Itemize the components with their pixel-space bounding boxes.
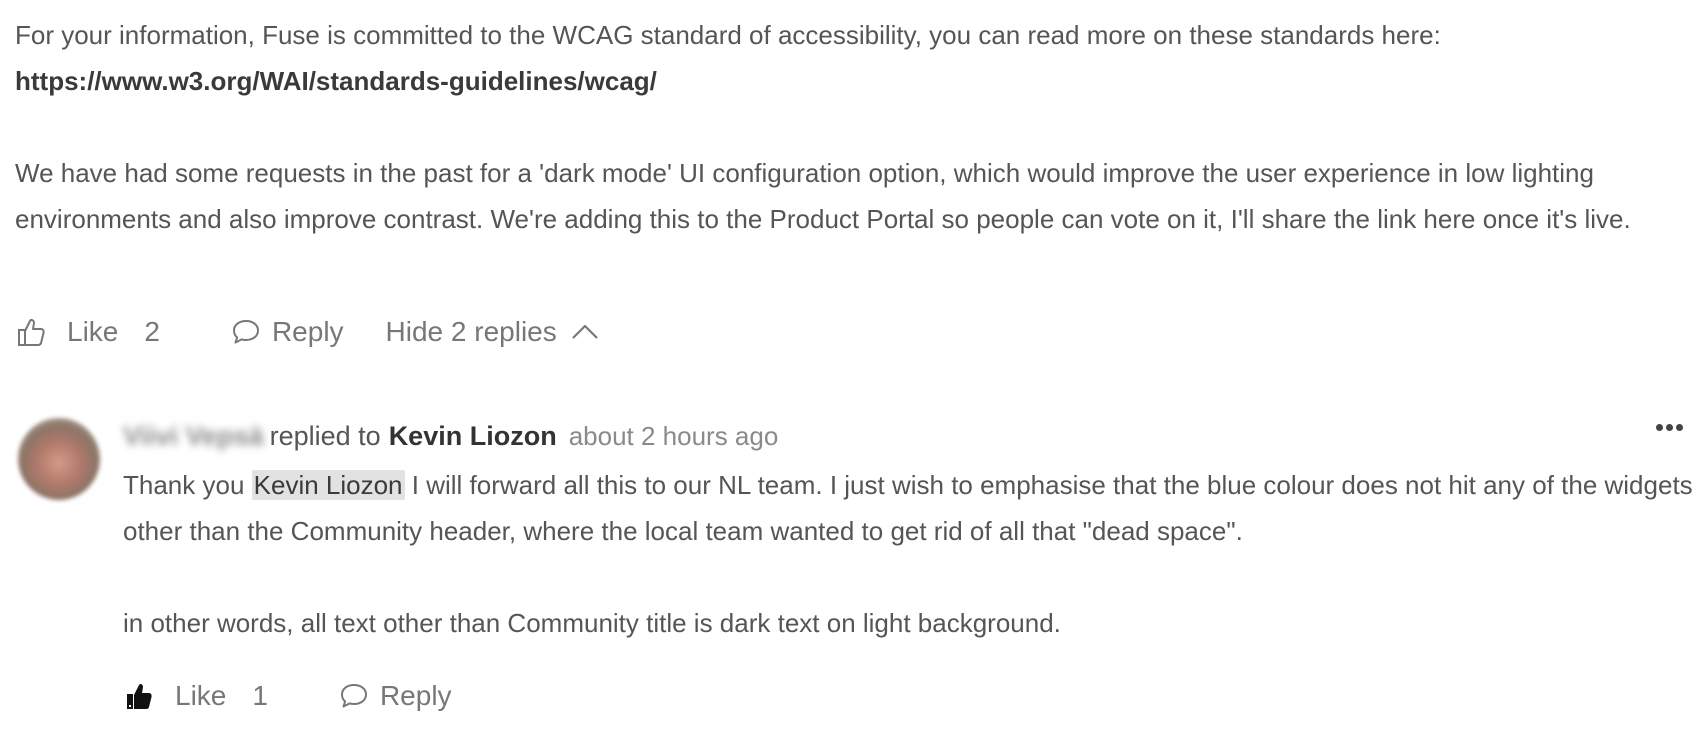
replied-to-user[interactable]: Kevin Liozon — [389, 416, 557, 456]
chevron-up-icon — [569, 316, 601, 348]
reply-like-button[interactable]: Like 1 — [123, 680, 268, 712]
thumbs-up-filled-icon — [123, 680, 155, 712]
reply-actions: Like 1 Reply — [123, 676, 452, 716]
reply-author[interactable]: Viivi Vepsä — [123, 416, 264, 456]
reply-body: Thank you Kevin Liozon I will forward al… — [123, 462, 1693, 646]
post-paragraph-2: We have had some requests in the past fo… — [15, 158, 1631, 234]
reply-paragraph-2: in other words, all text other than Comm… — [123, 608, 1061, 638]
mention-kevin-liozon[interactable]: Kevin Liozon — [251, 470, 405, 500]
reply-reply-label: Reply — [379, 680, 452, 711]
post-paragraph-1-text: For your information, Fuse is committed … — [15, 20, 1441, 50]
reply-timestamp: about 2 hours ago — [568, 421, 779, 451]
post-actions: Like 2 Reply Hide 2 replies — [15, 312, 601, 352]
more-options-button[interactable] — [1656, 424, 1683, 431]
reply-like-label: Like — [175, 680, 227, 711]
avatar[interactable] — [18, 418, 100, 500]
reply-like-count: 1 — [252, 680, 268, 711]
more-horizontal-icon — [1656, 424, 1663, 431]
reply-header: Viivi Vepsä replied to Kevin Liozon abou… — [123, 416, 1683, 456]
post-paragraph-1: For your information, Fuse is committed … — [15, 12, 1685, 104]
hide-replies-label: Hide 2 replies — [385, 316, 557, 347]
speech-bubble-icon — [230, 316, 262, 348]
reply-label: Reply — [271, 316, 344, 347]
thumbs-up-outline-icon — [15, 316, 47, 348]
replied-to-text: replied to — [269, 421, 381, 451]
reply-button[interactable]: Reply — [230, 316, 344, 348]
reply-body-prefix: Thank you — [123, 470, 245, 500]
wcag-link[interactable]: https://www.w3.org/WAI/standards-guideli… — [15, 66, 657, 96]
reply-reply-button[interactable]: Reply — [338, 680, 452, 712]
reply-paragraph-1: Thank you Kevin Liozon I will forward al… — [123, 462, 1693, 554]
like-label: Like — [67, 316, 119, 347]
hide-replies-button[interactable]: Hide 2 replies — [386, 316, 601, 348]
like-count: 2 — [144, 316, 160, 347]
like-button[interactable]: Like 2 — [15, 316, 160, 348]
speech-bubble-icon — [338, 680, 370, 712]
